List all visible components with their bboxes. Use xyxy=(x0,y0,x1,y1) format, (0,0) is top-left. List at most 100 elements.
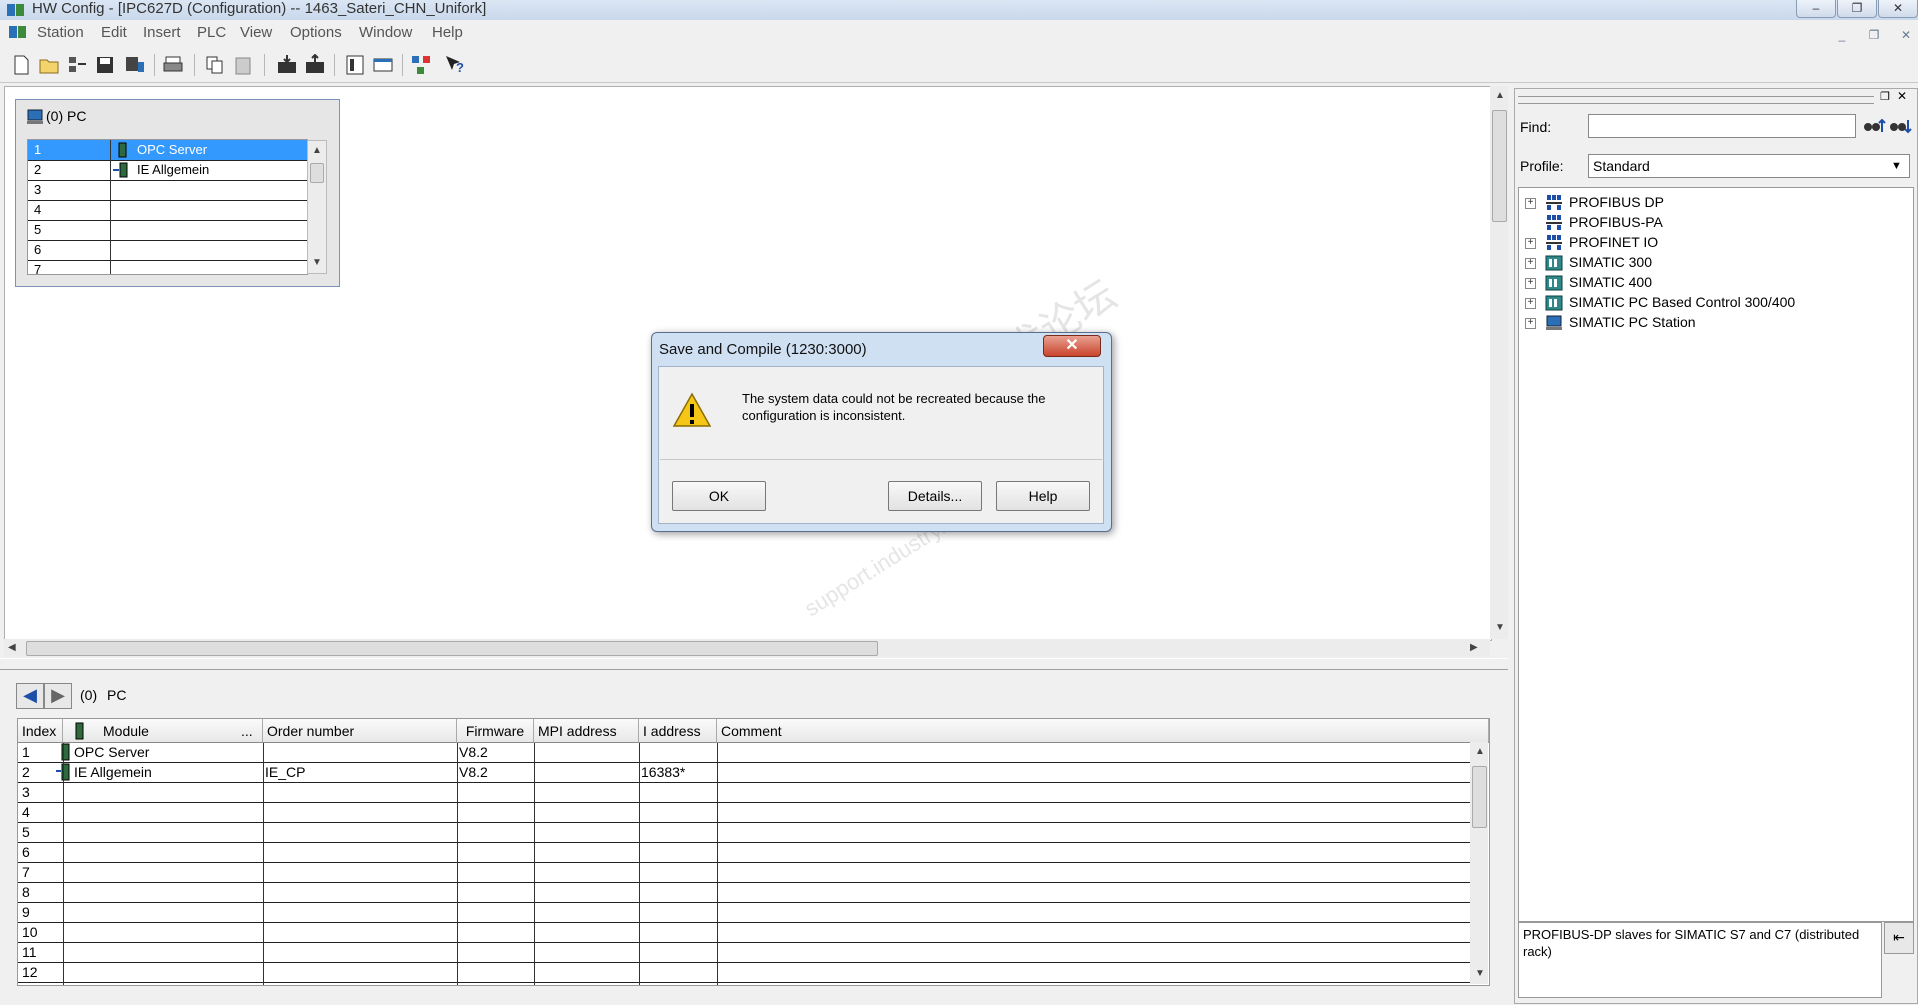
menu-station[interactable]: Station xyxy=(37,24,84,41)
column-divider xyxy=(110,240,111,260)
detail-scrollbar[interactable]: ▲ ▼ xyxy=(1470,742,1488,984)
netpro-icon[interactable] xyxy=(410,54,432,76)
paste-icon[interactable] xyxy=(232,54,254,76)
cell-index: 12 xyxy=(22,964,38,980)
column-header-mpi-address[interactable]: MPI address xyxy=(534,719,639,743)
station-vertical-scrollbar[interactable]: ▲ ▼ xyxy=(1490,86,1508,639)
find-input[interactable] xyxy=(1588,114,1856,138)
toolbar-separator xyxy=(194,54,195,76)
float-panel-icon[interactable]: ❐ xyxy=(1880,90,1890,103)
column-header-comment[interactable]: Comment xyxy=(717,719,1489,743)
column-header-module[interactable]: Module ... xyxy=(63,719,263,743)
dialog-close-button[interactable]: ✕ xyxy=(1043,335,1101,357)
scroll-thumb[interactable] xyxy=(1492,110,1507,222)
window-restore-button[interactable]: ❐ xyxy=(1837,0,1877,18)
window-close-button[interactable]: ✕ xyxy=(1878,0,1918,18)
forward-arrow-icon[interactable]: ▶ xyxy=(44,683,72,709)
window-minimize-button[interactable]: – xyxy=(1796,0,1836,18)
back-arrow-icon[interactable]: ◀ xyxy=(16,683,44,709)
tree-item-label: PROFIBUS DP xyxy=(1569,194,1664,210)
mdi-close-button[interactable]: ✕ xyxy=(1894,26,1918,44)
table-row[interactable]: 5 xyxy=(18,823,1472,843)
rack-slot-row[interactable]: 1 OPC Server xyxy=(28,140,307,161)
search-down-icon[interactable] xyxy=(1888,116,1912,136)
details-button[interactable]: Details... xyxy=(888,481,982,511)
network-view-icon[interactable] xyxy=(372,54,394,76)
copy-icon[interactable] xyxy=(204,54,226,76)
pane-splitter[interactable] xyxy=(0,658,1508,670)
menu-plc[interactable]: PLC xyxy=(197,24,226,41)
expand-icon[interactable]: + xyxy=(1525,258,1536,269)
dialog-divider xyxy=(660,459,1102,460)
column-header-index[interactable]: Index xyxy=(18,719,63,743)
slot-module: OPC Server xyxy=(137,142,208,157)
rack-slot-row[interactable]: 4 xyxy=(28,200,307,221)
help-button[interactable]: Help xyxy=(996,481,1090,511)
column-header-firmware[interactable]: Firmware xyxy=(457,719,534,743)
expand-icon[interactable]: + xyxy=(1525,238,1536,249)
catalog-icon[interactable] xyxy=(344,54,366,76)
save-icon[interactable] xyxy=(94,54,116,76)
mdi-restore-button[interactable]: ❐ xyxy=(1862,26,1886,44)
table-row[interactable]: 2 IE Allgemein IE_CP V8.2 16383* xyxy=(18,763,1472,783)
slot-number: 6 xyxy=(34,242,42,257)
rack-slot-row[interactable]: 6 xyxy=(28,240,307,261)
new-icon[interactable] xyxy=(10,54,32,76)
rack-slot-row[interactable]: 2 IE Allgemein xyxy=(28,160,307,181)
expand-icon[interactable]: + xyxy=(1525,198,1536,209)
menu-edit[interactable]: Edit xyxy=(101,24,127,41)
open-folder-icon[interactable] xyxy=(38,54,60,76)
rack-slot-row[interactable]: 5 xyxy=(28,220,307,241)
whats-this-help-icon[interactable]: ? xyxy=(444,54,466,76)
column-header-i-address[interactable]: I address xyxy=(639,719,717,743)
scroll-thumb[interactable] xyxy=(26,641,878,656)
document-icon xyxy=(9,26,26,38)
print-icon[interactable] xyxy=(162,54,184,76)
catalog-order-number-icon[interactable]: ⇤ xyxy=(1884,922,1914,954)
save-compile-icon[interactable] xyxy=(124,54,146,76)
expand-icon[interactable]: + xyxy=(1525,318,1536,329)
dialog-title: Save and Compile (1230:3000) xyxy=(659,341,867,358)
download-to-module-icon[interactable] xyxy=(276,54,298,76)
menu-view[interactable]: View xyxy=(240,24,272,41)
menu-insert[interactable]: Insert xyxy=(143,24,181,41)
rack-scrollbar[interactable]: ▲ ▼ xyxy=(307,140,327,274)
slot-number: 3 xyxy=(34,182,42,197)
slot-number: 7 xyxy=(34,262,42,274)
accessible-nodes-icon[interactable] xyxy=(66,54,88,76)
upload-from-module-icon[interactable] xyxy=(304,54,326,76)
catalog-grip[interactable] xyxy=(1518,96,1874,104)
search-up-icon[interactable] xyxy=(1862,116,1886,136)
table-row[interactable]: 7 xyxy=(18,863,1472,883)
rack-slot-row[interactable]: 3 xyxy=(28,180,307,201)
table-row[interactable]: 4 xyxy=(18,803,1472,823)
expand-icon[interactable]: + xyxy=(1525,298,1536,309)
ok-button[interactable]: OK xyxy=(672,481,766,511)
cell-index: 4 xyxy=(22,804,30,820)
table-row[interactable]: 1 OPC Server V8.2 xyxy=(18,743,1472,763)
scroll-thumb[interactable] xyxy=(310,163,324,183)
table-row[interactable]: 9 xyxy=(18,903,1472,923)
table-row[interactable]: 6 xyxy=(18,843,1472,863)
menu-window[interactable]: Window xyxy=(359,24,412,41)
svg-text:?: ? xyxy=(456,60,464,75)
profile-select[interactable]: Standard ▼ xyxy=(1588,154,1910,178)
mdi-minimize-button[interactable]: _ xyxy=(1830,26,1854,44)
table-row[interactable]: 3 xyxy=(18,783,1472,803)
column-header-order-number[interactable]: Order number xyxy=(263,719,457,743)
close-panel-icon[interactable]: ✕ xyxy=(1897,89,1907,103)
table-row[interactable]: 11 xyxy=(18,943,1472,963)
cell-index: 11 xyxy=(22,944,37,960)
table-row[interactable]: 12 xyxy=(18,963,1472,983)
scroll-thumb[interactable] xyxy=(1472,766,1487,828)
detail-rack-index: (0) xyxy=(80,687,98,703)
table-row[interactable]: 8 xyxy=(18,883,1472,903)
rack-slot-row[interactable]: 7 xyxy=(28,260,307,274)
expand-icon[interactable]: + xyxy=(1525,278,1536,289)
menu-help[interactable]: Help xyxy=(432,24,463,41)
ethernet-module-icon xyxy=(56,763,70,781)
menu-options[interactable]: Options xyxy=(290,24,342,41)
catalog-description: PROFIBUS-DP slaves for SIMATIC S7 and C7… xyxy=(1518,922,1882,998)
table-row[interactable]: 10 xyxy=(18,923,1472,943)
station-horizontal-scrollbar[interactable]: ◀ ▶ xyxy=(4,639,1490,657)
